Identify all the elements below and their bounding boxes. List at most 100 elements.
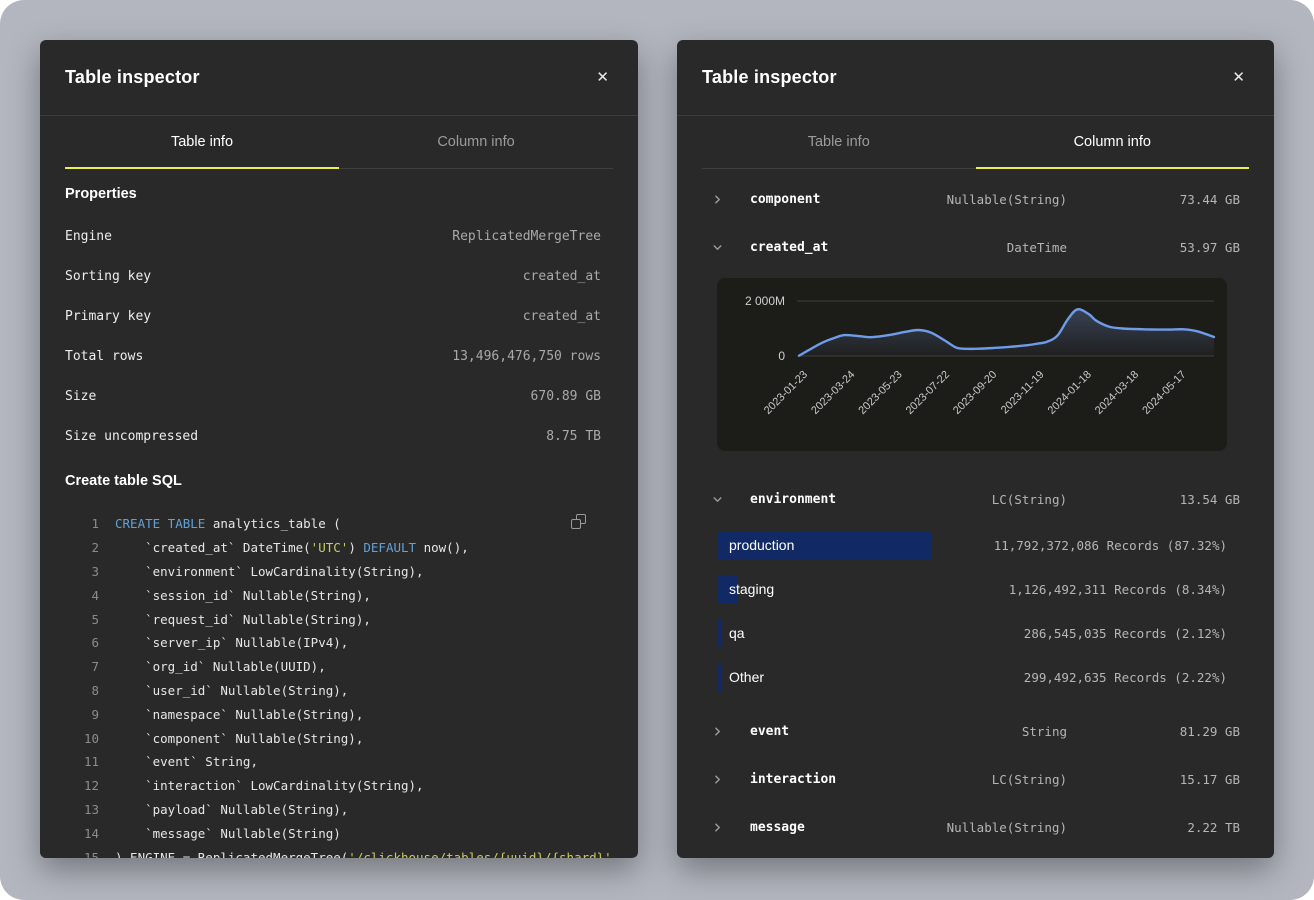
column-name: message — [750, 820, 805, 835]
property-row: Sorting keycreated_at — [65, 256, 613, 296]
column-row-environment[interactable]: environmentLC(String)13.54 GB — [702, 475, 1249, 523]
x-axis-tick-label: 2023-05-23 — [856, 369, 904, 417]
value-label: staging — [729, 567, 774, 611]
value-record-count: 1,126,492,311 Records (8.34%) — [1009, 567, 1227, 611]
create-table-sql-heading: Create table SQL — [65, 468, 613, 494]
column-type: DateTime — [828, 240, 1067, 255]
property-label: Size — [65, 389, 96, 404]
value-distribution-bar — [717, 619, 722, 648]
sql-line-code: `request_id` Nullable(String), — [115, 612, 371, 627]
column-name: interaction — [750, 772, 836, 787]
column-row-component[interactable]: componentNullable(String)73.44 GB — [702, 175, 1249, 223]
value-record-count: 11,792,372,086 Records (87.32%) — [994, 523, 1227, 567]
sql-line-code: ) ENGINE = ReplicatedMergeTree('/clickho… — [115, 850, 619, 858]
column-name: component — [750, 192, 820, 207]
column-name: created_at — [750, 240, 828, 255]
chevron-down-icon — [712, 242, 723, 253]
close-icon: ✕ — [1232, 69, 1245, 86]
sql-line-code: `user_id` Nullable(String), — [115, 683, 348, 698]
screenshot-background: Table inspector ✕ Table info Column info… — [0, 0, 1314, 900]
value-row-production: production11,792,372,086 Records (87.32%… — [702, 523, 1249, 567]
property-value: 8.75 TB — [546, 429, 613, 444]
value-label: qa — [729, 611, 745, 655]
table-inspector-modal-column-info: Table inspector ✕ Table info Column info… — [677, 40, 1274, 858]
sql-line: 4 `session_id` Nullable(String), — [65, 583, 613, 607]
sql-line: 5 `request_id` Nullable(String), — [65, 607, 613, 631]
column-type: String — [789, 724, 1067, 739]
sql-line-number: 5 — [65, 612, 99, 627]
close-button[interactable]: ✕ — [592, 66, 613, 89]
column-name: event — [750, 724, 789, 739]
sql-line-code: `interaction` LowCardinality(String), — [115, 778, 424, 793]
sql-line-number: 10 — [65, 731, 99, 746]
sql-line-code: `server_ip` Nullable(IPv4), — [115, 635, 348, 650]
sql-line-code: `environment` LowCardinality(String), — [115, 564, 424, 579]
sql-line: 11 `event` String, — [65, 750, 613, 774]
tab-column-info[interactable]: Column info — [976, 116, 1250, 169]
close-button[interactable]: ✕ — [1228, 66, 1249, 89]
property-row: Total rows 13,496,476,750 rows — [65, 336, 613, 376]
columns-list: componentNullable(String)73.44 GBcreated… — [677, 169, 1274, 851]
property-label: Total rows — [65, 349, 143, 364]
created-at-distribution-chart: 2 000M02023-01-232023-03-242023-05-23202… — [717, 278, 1227, 451]
x-axis-tick-label: 2023-07-22 — [904, 369, 952, 417]
property-label: Primary key — [65, 309, 151, 324]
x-axis-tick-label: 2023-01-23 — [762, 369, 810, 417]
sql-line: 2 `created_at` DateTime('UTC') DEFAULT n… — [65, 536, 613, 560]
table-info-content: Properties Engine ReplicatedMergeTree Sort… — [40, 181, 638, 858]
sql-line-code: `component` Nullable(String), — [115, 731, 363, 746]
tab-table-info[interactable]: Table info — [65, 116, 339, 169]
column-size: 81.29 GB — [1067, 724, 1249, 739]
property-row: Size uncompressed8.75 TB — [65, 416, 613, 456]
sql-line-number: 7 — [65, 659, 99, 674]
sql-line-number: 11 — [65, 754, 99, 769]
sql-line: 3 `environment` LowCardinality(String), — [65, 560, 613, 584]
modal-header: Table inspector ✕ — [40, 40, 638, 116]
sql-line: 15) ENGINE = ReplicatedMergeTree('/click… — [65, 845, 613, 858]
column-row-interaction[interactable]: interactionLC(String)15.17 GB — [702, 755, 1249, 803]
copy-sql-button[interactable] — [571, 512, 589, 530]
sql-line-number: 14 — [65, 826, 99, 841]
properties-list: Engine ReplicatedMergeTree Sorting keycrea… — [65, 216, 613, 456]
value-row-Other: Other 299,492,635 Records (2.22%) — [702, 655, 1249, 699]
chevron-right-icon — [712, 194, 723, 205]
sql-line-number: 1 — [65, 516, 99, 531]
property-label: Engine — [65, 229, 112, 244]
sql-line: 9 `namespace` Nullable(String), — [65, 702, 613, 726]
sql-line-number: 6 — [65, 635, 99, 650]
x-axis-tick-label: 2023-11-19 — [999, 369, 1047, 417]
value-record-count: 299,492,635 Records (2.22%) — [1024, 655, 1227, 699]
column-type: Nullable(String) — [820, 192, 1067, 207]
column-row-created_at[interactable]: created_atDateTime53.97 GB — [702, 223, 1249, 271]
sql-line-number: 15 — [65, 850, 99, 858]
property-value: ReplicatedMergeTree — [452, 229, 613, 244]
close-icon: ✕ — [596, 69, 609, 86]
column-row-event[interactable]: eventString81.29 GB — [702, 707, 1249, 755]
sql-code: 1CREATE TABLE analytics_table (2 `create… — [65, 512, 613, 858]
x-axis-tick-label: 2023-09-20 — [951, 369, 999, 417]
column-name: environment — [750, 492, 836, 507]
column-row-message[interactable]: messageNullable(String)2.22 TB — [702, 803, 1249, 851]
property-value: 13,496,476,750 rows — [452, 349, 613, 364]
sql-line: 1CREATE TABLE analytics_table ( — [65, 512, 613, 536]
modal-title: Table inspector — [702, 67, 837, 88]
property-value: created_at — [523, 309, 613, 324]
property-row: Size670.89 GB — [65, 376, 613, 416]
sql-code-block: 1CREATE TABLE analytics_table (2 `create… — [65, 512, 613, 858]
sql-line-code: `created_at` DateTime('UTC') DEFAULT now… — [115, 540, 469, 555]
tab-table-info[interactable]: Table info — [702, 116, 976, 169]
tab-bar: Table info Column info — [702, 116, 1249, 169]
sql-line: 14 `message` Nullable(String) — [65, 821, 613, 845]
sql-line: 12 `interaction` LowCardinality(String), — [65, 774, 613, 798]
column-size: 73.44 GB — [1067, 192, 1249, 207]
sql-line-number: 8 — [65, 683, 99, 698]
column-type: Nullable(String) — [805, 820, 1067, 835]
sql-line-number: 12 — [65, 778, 99, 793]
property-row: Primary key created_at — [65, 296, 613, 336]
properties-heading: Properties — [65, 181, 613, 207]
y-axis-tick-label: 0 — [778, 349, 785, 363]
value-label: Other — [729, 655, 764, 699]
x-axis-tick-label: 2024-05-17 — [1140, 369, 1188, 417]
sql-line-code: `message` Nullable(String) — [115, 826, 341, 841]
tab-column-info[interactable]: Column info — [339, 116, 613, 169]
